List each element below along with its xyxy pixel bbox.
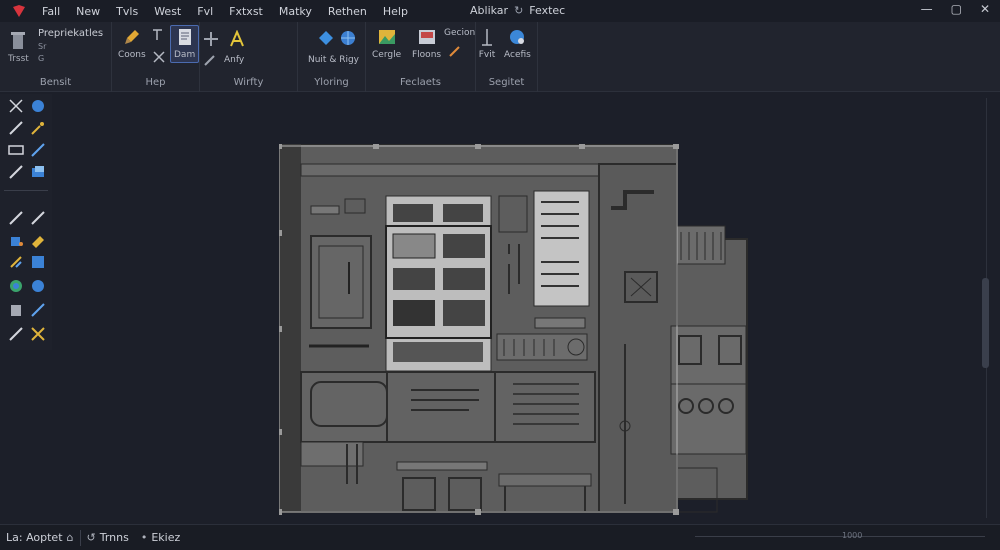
brush-tool-icon[interactable] (30, 142, 46, 158)
globe-tool-icon[interactable] (30, 98, 46, 114)
window-title: Ablikar ↻ Fextec (470, 4, 565, 17)
bucket-icon[interactable] (8, 232, 24, 248)
tool-sub1: Sr (38, 42, 47, 51)
group-label-segitet: Segitet (488, 77, 525, 88)
ribbon-toolbar: Prepriekatles Sr G Trsst Bensit Coons Da… (0, 22, 1000, 92)
link-icon[interactable] (8, 254, 24, 270)
group-label-feclaets: Feclaets (399, 77, 442, 88)
menu-new[interactable]: New (68, 5, 108, 18)
line-tool-icon[interactable] (8, 164, 24, 180)
ribbon-group-feclaets: Cergle Floons Gecion Feclaets (366, 22, 476, 92)
tool-sub2: G (38, 54, 45, 63)
dam-button[interactable]: Dam (170, 25, 200, 63)
floons-button[interactable]: Floons (412, 28, 441, 60)
status-edit[interactable]: • Ekiez (135, 531, 186, 544)
menu-fxtxst[interactable]: Fxtxst (221, 5, 271, 18)
zoom-readout: 1000 (842, 531, 863, 540)
sphere-icon[interactable] (30, 278, 46, 294)
fvit-button[interactable]: Fvit (478, 28, 496, 60)
cut-icon[interactable] (152, 50, 166, 64)
text-format-icon[interactable] (152, 28, 166, 42)
nuit-label[interactable]: Nuit & Rigy (308, 55, 359, 65)
color-wheel-icon[interactable] (8, 278, 24, 294)
pen-icon[interactable] (204, 54, 216, 66)
gecion-label[interactable]: Gecion (444, 28, 475, 38)
scissors-icon[interactable] (8, 98, 24, 114)
tool-palette (0, 94, 67, 350)
menu-fvl[interactable]: Fvl (189, 5, 221, 18)
world-icon (510, 30, 525, 44)
pencil-tool-icon[interactable] (8, 210, 24, 226)
properties-label[interactable]: Prepriekatles (38, 28, 103, 39)
tool-separator (4, 190, 48, 191)
dropper-icon[interactable] (8, 326, 24, 342)
globe-icon[interactable] (340, 30, 356, 46)
diamond-icon[interactable] (318, 30, 334, 46)
minimize-icon[interactable]: — (921, 2, 933, 16)
tag-icon[interactable] (8, 142, 24, 158)
home-icon: ⌂ (66, 531, 74, 544)
move-icon[interactable] (204, 32, 218, 46)
drawing-canvas[interactable] (52, 92, 1000, 522)
group-label-hep: Hep (145, 77, 166, 88)
magic-wand-icon[interactable] (30, 120, 46, 136)
ribbon-group-hep: Coons Dam Hep (112, 22, 200, 92)
group-label-yloring: Yloring (314, 77, 349, 88)
trash-label: Trsst (8, 54, 29, 64)
menu-file[interactable]: Fall (34, 5, 68, 18)
brush-icon (124, 30, 139, 44)
maximize-icon[interactable]: ▢ (951, 2, 962, 16)
vertical-scroll-thumb[interactable] (982, 278, 989, 368)
doc-title: Fextec (529, 4, 566, 17)
menu-bar: Fall New Tvls West Fvl Fxtxst Matky Reth… (0, 0, 1000, 22)
eraser-icon[interactable] (30, 232, 46, 248)
stamp-icon[interactable] (8, 302, 24, 318)
menu-west[interactable]: West (146, 5, 189, 18)
window-controls: — ▢ ✕ (921, 2, 990, 16)
close-icon[interactable]: ✕ (980, 2, 990, 16)
trash-icon[interactable] (10, 30, 26, 50)
refresh-icon[interactable]: ↻ (514, 4, 523, 17)
status-layer[interactable]: La: Aoptet ⌂ (0, 531, 80, 544)
frame-icon[interactable] (30, 254, 46, 270)
status-tools-label: Trnns (99, 531, 129, 544)
menu-rethen[interactable]: Rethen (320, 5, 375, 18)
app-logo-icon (13, 5, 25, 17)
app-title: Ablikar (470, 4, 509, 17)
group-label-bensit: Bensit (39, 77, 72, 88)
bullet-icon: • (140, 531, 148, 544)
floor-plan-drawing[interactable] (279, 144, 754, 519)
menu-matky[interactable]: Matky (271, 5, 320, 18)
cergle-button[interactable]: Cergle (372, 28, 401, 60)
marker-icon[interactable] (30, 302, 46, 318)
document-icon (178, 29, 191, 45)
acefis-button[interactable]: Acefis (504, 28, 531, 60)
picture-icon (418, 30, 435, 44)
ruler-tool-icon[interactable] (30, 210, 46, 226)
ribbon-group-bensit: Prepriekatles Sr G Trsst Bensit (0, 22, 112, 92)
text-tool-icon[interactable] (228, 30, 246, 48)
status-edit-label: Ekiez (151, 531, 181, 544)
coons-button[interactable]: Coons (118, 28, 146, 60)
pen-tool-icon[interactable] (8, 120, 24, 136)
status-layer-label: La: Aoptet (6, 531, 63, 544)
horizontal-scroll-track[interactable] (695, 536, 985, 537)
layers-icon[interactable] (30, 164, 46, 180)
ribbon-group-wirfty: Anfy Wirfty (200, 22, 298, 92)
image-icon (378, 30, 395, 44)
status-tools[interactable]: ↺ Trnns (81, 531, 135, 544)
refresh-status-icon: ↺ (86, 531, 96, 544)
cross-tool-icon[interactable] (30, 326, 46, 342)
pencil-icon[interactable] (448, 44, 462, 58)
menu-tools[interactable]: Tvls (108, 5, 146, 18)
group-label-wirfty: Wirfty (233, 77, 264, 88)
menu-help[interactable]: Help (375, 5, 416, 18)
figure-icon (482, 29, 492, 46)
anfy-label[interactable]: Anfy (224, 55, 244, 65)
ribbon-group-segitet: Fvit Acefis Segitet (476, 22, 538, 92)
ribbon-group-yloring: Nuit & Rigy Yloring (298, 22, 366, 92)
